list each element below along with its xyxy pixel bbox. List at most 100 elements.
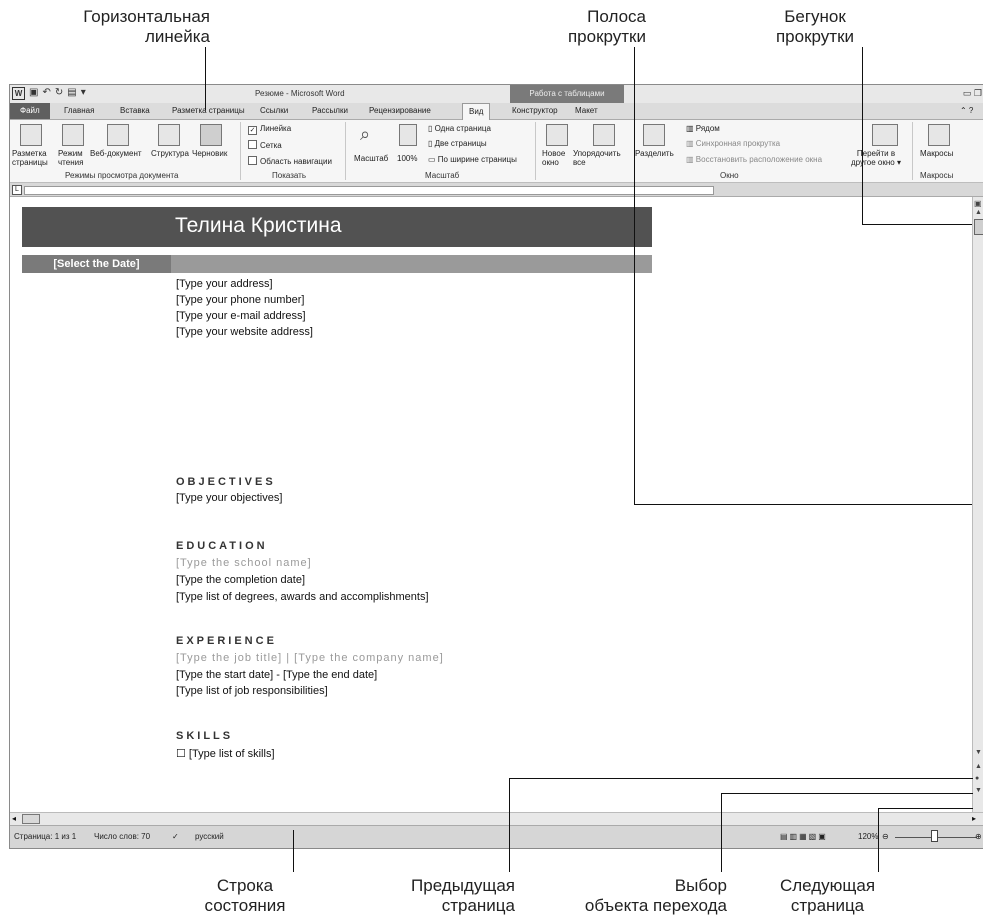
outline-button[interactable]: Структура	[151, 149, 189, 158]
ruler-toggle-icon[interactable]: ▣	[974, 199, 982, 208]
minimize-icon[interactable]: ▭	[963, 88, 972, 98]
hundred-percent-button[interactable]: 100%	[397, 154, 417, 163]
grid-checkbox[interactable]: Сетка	[248, 140, 282, 150]
date-field[interactable]: [Select the Date]	[22, 255, 171, 273]
address-line[interactable]: [Type your address]	[176, 278, 273, 290]
draft-button[interactable]: Черновик	[192, 149, 227, 158]
ruler-scale[interactable]	[24, 186, 714, 195]
draft-icon[interactable]	[200, 124, 222, 146]
two-pages-button[interactable]: ▯ Две страницы	[428, 139, 487, 148]
language[interactable]: русский	[195, 832, 224, 841]
objectives-text[interactable]: [Type your objectives]	[176, 492, 282, 504]
hundred-percent-icon[interactable]	[399, 124, 417, 146]
scroll-thumb[interactable]	[974, 219, 983, 235]
print-layout-button[interactable]: Разметка страницы	[12, 149, 48, 167]
phone-line[interactable]: [Type your phone number]	[176, 294, 304, 306]
school-name[interactable]: [Type the school name]	[176, 557, 312, 569]
save-icon[interactable]: ▣	[29, 87, 38, 100]
tab-review[interactable]: Рецензирование	[369, 103, 431, 119]
sync-scroll-button[interactable]: ▥ Синхронная прокрутка	[686, 139, 780, 148]
nav-pane-checkbox[interactable]: Область навигации	[248, 156, 332, 166]
group-divider	[912, 122, 913, 180]
print-layout-icon[interactable]	[20, 124, 42, 146]
zoom-in-icon[interactable]: ⊕	[975, 832, 982, 841]
web-layout-icon[interactable]	[107, 124, 129, 146]
tab-insert[interactable]: Вставка	[120, 103, 150, 119]
next-page-icon[interactable]: ▼	[975, 787, 982, 794]
arrange-all-button[interactable]: Упорядочить все	[573, 149, 621, 167]
window-group-label: Окно	[720, 171, 739, 180]
header-bar	[171, 255, 652, 273]
web-layout-button[interactable]: Веб-документ	[90, 149, 142, 158]
restore-icon[interactable]: ❐	[974, 88, 982, 98]
zoom-button[interactable]: Масштаб	[354, 154, 388, 163]
job-responsibilities[interactable]: [Type list of job responsibilities]	[176, 685, 328, 697]
scroll-down-arrow-icon[interactable]: ▼	[975, 749, 982, 756]
tab-view[interactable]: Вид	[462, 103, 491, 120]
zoom-slider-thumb[interactable]	[931, 830, 938, 842]
tab-home[interactable]: Главная	[64, 103, 94, 119]
callout-select-browse-object: Выбор объекта перехода	[584, 876, 727, 915]
help-icon[interactable]: ⌃ ?	[960, 103, 973, 119]
word-count[interactable]: Число слов: 70	[94, 832, 150, 841]
scroll-up-arrow-icon[interactable]: ▲	[975, 209, 982, 216]
job-title[interactable]: [Type the job title] | [Type the company…	[176, 652, 444, 664]
window-title: Резюме - Microsoft Word	[255, 89, 345, 98]
reading-mode-button[interactable]: Режим чтения	[58, 149, 83, 167]
undo-icon[interactable]: ↶	[42, 87, 50, 100]
scroll-left-arrow-icon[interactable]: ◂	[12, 814, 16, 823]
group-divider	[345, 122, 346, 180]
tab-mailings[interactable]: Рассылки	[312, 103, 348, 119]
tab-layout[interactable]: Макет	[575, 103, 598, 119]
page-count[interactable]: Страница: 1 из 1	[14, 832, 76, 841]
page-width-button[interactable]: ▭ По ширине страницы	[428, 155, 517, 164]
callout-scroll-bar: Полоса прокрутки	[567, 7, 646, 46]
zoom-level[interactable]: 120%	[858, 832, 878, 841]
split-icon[interactable]	[643, 124, 665, 146]
switch-windows-icon[interactable]	[872, 124, 898, 146]
education-heading: EDUCATION	[176, 540, 268, 552]
previous-page-icon[interactable]: ▲	[975, 763, 982, 770]
macros-button[interactable]: Макросы	[920, 149, 953, 158]
redo-icon[interactable]: ↻	[55, 87, 63, 100]
email-line[interactable]: [Type your e-mail address]	[176, 310, 306, 322]
website-line[interactable]: [Type your website address]	[176, 326, 313, 338]
horizontal-ruler[interactable]: L	[10, 183, 983, 197]
reset-window-button[interactable]: ▥ Восстановить расположение окна	[686, 155, 822, 164]
tab-page-layout[interactable]: Разметка страницы	[172, 103, 245, 119]
outline-icon[interactable]	[158, 124, 180, 146]
reading-mode-icon[interactable]	[62, 124, 84, 146]
view-buttons[interactable]: ▤▥▦▧▣	[780, 832, 828, 841]
ruler-checkbox[interactable]: ✓ Линейка	[248, 124, 291, 135]
one-page-button[interactable]: ▯ Одна страница	[428, 124, 491, 133]
degrees-list[interactable]: [Type list of degrees, awards and accomp…	[176, 591, 429, 603]
zoom-magnifier-icon[interactable]: ⌕	[360, 124, 370, 145]
customize-qat-icon[interactable]: ▾	[81, 87, 86, 100]
zoom-out-icon[interactable]: ⊖	[882, 832, 889, 841]
split-button[interactable]: Разделить	[635, 149, 674, 158]
side-by-side-button[interactable]: ▥ Рядом	[686, 124, 720, 133]
callout-previous-page: Предыдущая страница	[411, 876, 515, 915]
window-controls: ▭ ❐	[963, 88, 982, 99]
proofing-icon[interactable]: ✓	[172, 832, 179, 841]
new-window-button[interactable]: Новое окно	[542, 149, 565, 167]
horizontal-scrollbar[interactable]: ◂ ▸	[10, 812, 983, 825]
skills-item[interactable]: ☐ [Type list of skills]	[176, 747, 275, 760]
arrange-all-icon[interactable]	[593, 124, 615, 146]
macros-icon[interactable]	[928, 124, 950, 146]
open-icon[interactable]: ▤	[67, 87, 76, 100]
scroll-right-arrow-icon[interactable]: ▸	[972, 814, 976, 823]
select-browse-object-icon[interactable]: ●	[975, 775, 979, 782]
word-app-icon[interactable]: W	[12, 87, 25, 100]
tab-file[interactable]: Файл	[10, 103, 50, 119]
tab-design[interactable]: Конструктор	[512, 103, 558, 119]
resume-name[interactable]: Телина Кристина	[175, 214, 342, 238]
job-dates[interactable]: [Type the start date] - [Type the end da…	[176, 669, 377, 681]
tab-references[interactable]: Ссылки	[260, 103, 288, 119]
vertical-scrollbar[interactable]: ▣ ▲ ▼ ▲ ● ▼	[972, 197, 983, 812]
completion-date[interactable]: [Type the completion date]	[176, 574, 305, 586]
tab-selector[interactable]: L	[12, 185, 22, 195]
horizontal-scroll-thumb[interactable]	[22, 814, 40, 824]
switch-windows-button[interactable]: Перейти в другое окно ▾	[848, 149, 904, 167]
new-window-icon[interactable]	[546, 124, 568, 146]
